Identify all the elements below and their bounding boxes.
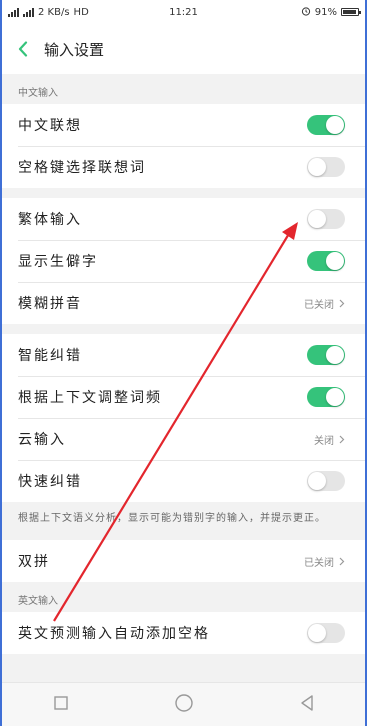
toggle-yingwen[interactable] [307,623,345,643]
home-button[interactable] [174,693,194,717]
row-value: 已关闭 [304,554,345,569]
row-label: 智能纠错 [18,348,82,364]
row-label: 空格键选择联想词 [18,160,146,176]
row-label: 模糊拼音 [18,296,82,312]
row-lianxiang[interactable]: 中文联想 [0,104,367,146]
section-label-chinese: 中文输入 [0,74,367,104]
group-correction: 智能纠错 根据上下文调整词频 云输入 关闭 快速纠错 [0,334,367,502]
toggle-shengpizi[interactable] [307,251,345,271]
chevron-right-icon [339,557,345,565]
group-display: 繁体输入 显示生僻字 模糊拼音 已关闭 [0,198,367,324]
toggle-lianxiang[interactable] [307,115,345,135]
value-text: 已关闭 [304,299,334,311]
row-jiucuo[interactable]: 智能纠错 [0,334,367,376]
row-yingwen[interactable]: 英文预测输入自动添加空格 [0,612,367,654]
toggle-fanti[interactable] [307,209,345,229]
section-label-english: 英文输入 [0,582,367,612]
app-header: 输入设置 [0,24,367,74]
settings-list: 中文输入 中文联想 空格键选择联想词 繁体输入 显示生僻字 模糊拼音 已关闭 智… [0,74,367,654]
row-fanti[interactable]: 繁体输入 [0,198,367,240]
row-label: 云输入 [18,432,66,448]
toggle-kongge[interactable] [307,157,345,177]
toggle-kuaisu[interactable] [307,471,345,491]
circle-icon [174,693,193,712]
value-text: 关闭 [314,435,334,447]
row-kongge[interactable]: 空格键选择联想词 [0,146,367,188]
navigation-bar [0,682,367,726]
back-button[interactable] [14,39,32,59]
row-shuangpin[interactable]: 双拼 已关闭 [0,540,367,582]
chevron-left-icon [18,41,28,57]
group-english: 英文预测输入自动添加空格 [0,612,367,654]
row-tiaozheng[interactable]: 根据上下文调整词频 [0,376,367,418]
row-shengpizi[interactable]: 显示生僻字 [0,240,367,282]
hint-text: 根据上下文语义分析，显示可能为错别字的输入，并提示更正。 [0,502,367,540]
group-shuangpin: 双拼 已关闭 [0,540,367,582]
row-label: 根据上下文调整词频 [18,390,162,406]
value-text: 已关闭 [304,557,334,569]
square-icon [53,695,68,710]
row-kuaisu[interactable]: 快速纠错 [0,460,367,502]
status-bar: 2 KB/s HD 11:21 91% [0,0,367,24]
row-value: 关闭 [314,432,345,447]
chevron-right-icon [339,299,345,307]
recents-button[interactable] [53,695,69,715]
toggle-jiucuo[interactable] [307,345,345,365]
row-label: 双拼 [18,554,50,570]
clock: 11:21 [169,6,198,18]
row-label: 显示生僻字 [18,254,98,270]
group-chinese-association: 中文联想 空格键选择联想词 [0,104,367,188]
back-nav-button[interactable] [299,694,315,716]
row-value: 已关闭 [304,296,345,311]
chevron-right-icon [339,435,345,443]
row-label: 繁体输入 [18,212,82,228]
row-label: 快速纠错 [18,474,82,490]
toggle-tiaozheng[interactable] [307,387,345,407]
triangle-back-icon [300,694,313,711]
row-label: 中文联想 [18,118,82,134]
row-label: 英文预测输入自动添加空格 [18,626,210,642]
row-mohu[interactable]: 模糊拼音 已关闭 [0,282,367,324]
row-yunshuru[interactable]: 云输入 关闭 [0,418,367,460]
page-title: 输入设置 [44,40,105,59]
battery-icon [341,8,361,16]
